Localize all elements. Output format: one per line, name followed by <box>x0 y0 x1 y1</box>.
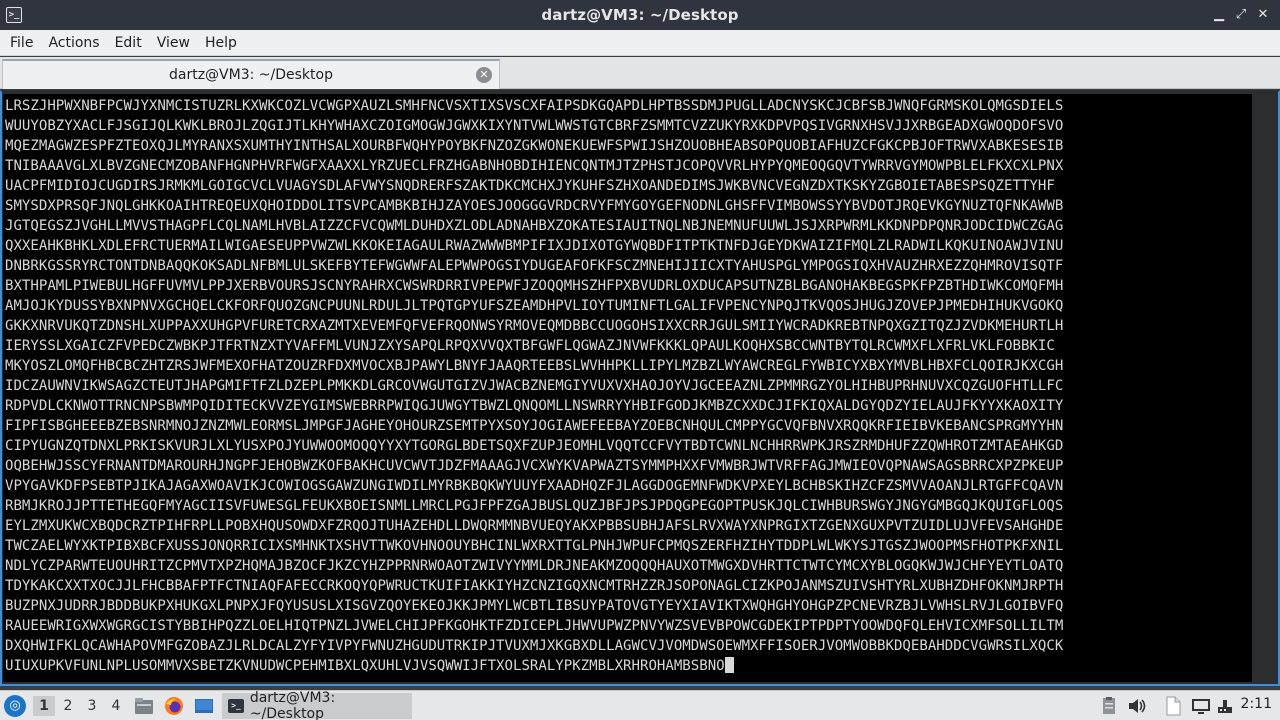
terminal-line: TWCZAELWYXKTPIBXBCFXUSSJONQRRICIXSMHNKTX… <box>5 538 1064 554</box>
menu-edit[interactable]: Edit <box>109 35 148 51</box>
terminal-line: GKKXNRVUKQTZDNSHLXUPPAXXUHGPVFURETCRXAZM… <box>5 318 1064 334</box>
terminal-line: CIPYUGNZQTDNXLPRKISKVURJLXLYUSXPOJYUWWOO… <box>5 438 1064 454</box>
desktop-2-button[interactable]: 2 <box>57 696 79 716</box>
terminal-line: TDYKAKCXXTXOCJJLFHCBBAFPTFCTNIAQFAFECCRK… <box>5 578 1064 594</box>
terminal-line: RDPVDLCKNWOTTRNCNPSBWMPQIDITECKVVZEYGIMS… <box>5 398 1064 414</box>
menu-file[interactable]: File <box>4 35 39 51</box>
terminal-line: WUUYOBZYXACLFJSGIJQLKWKLBROJLZQGIJTLKHYW… <box>5 118 1064 134</box>
tab-bar: dartz@VM3: ~/Desktop ✕ <box>0 57 1280 89</box>
terminal-icon: >_ <box>228 699 244 713</box>
terminal-line: DXQHWIFKLQCAWHAPOVMFGZOBAZJLRLDCALZYFYIV… <box>5 638 1064 654</box>
menu-help[interactable]: Help <box>199 35 243 51</box>
terminal-line: AMJOJKYDUSSYBXNPNVXGCHQELCKFORFQUOZGNCPU… <box>5 298 1064 314</box>
terminal-line: NDLYCZPARWTEUOUHRITZCPMVTXPZHQMAJBZOCFJK… <box>5 558 1064 574</box>
terminal-app-icon[interactable]: >_ <box>6 7 22 23</box>
terminal-line: IDCZAUWNVIKWSAGZCTEUTJHAPGMIFTFZLDZEPLPM… <box>5 378 1064 394</box>
taskbar-terminal-button[interactable]: >_ dartz@VM3: ~/Desktop <box>222 690 412 720</box>
tab-label: dartz@VM3: ~/Desktop <box>169 67 333 83</box>
firefox-icon[interactable] <box>163 695 185 717</box>
terminal-line: TNIBAAAVGLXLBVZGNECMZOBANFHGNPHVRFWGFXAA… <box>5 158 1064 174</box>
maximize-button[interactable]: ⤢ <box>1230 5 1252 25</box>
show-desktop-icon[interactable] <box>193 695 215 717</box>
terminal-line: BUZPNXJUDRRJBDDBUKPXHUKGXLPNPXJFQYUSUSLX… <box>5 598 1064 614</box>
start-menu-icon[interactable]: ◎ <box>4 695 26 717</box>
display-icon[interactable] <box>1190 695 1212 717</box>
terminal-line: RAUEEWRIGXWXWGRGCISTYBBIHPQZZLOELHIQTPNZ… <box>5 618 1064 634</box>
terminal-frame: LRSZJHPWXNBFPCWJYXNMCISTUZRLKXWKCOZLVCWG… <box>0 90 1280 686</box>
file-manager-icon[interactable] <box>133 695 155 717</box>
desktop-3-button[interactable]: 3 <box>81 696 103 716</box>
terminal-cursor <box>724 657 734 673</box>
terminal-line: UACPFMIDIOJCUGDIRSJRMKMLGOIGCVCLVUAGYSDL… <box>5 178 1055 194</box>
terminal-line: BXTHPAMLPIWEBULHGFFUVMVLPPJXERBVOURSJSCN… <box>5 278 1064 294</box>
terminal-line: OQBEHWJSSCYFRNANTDMAROURHJNGPFJEHOBWZKOF… <box>5 458 1064 474</box>
menu-actions[interactable]: Actions <box>42 35 105 51</box>
terminal-scrollbar[interactable] <box>1252 94 1278 682</box>
window-titlebar[interactable]: >_ dartz@VM3: ~/Desktop ▁ ⤢ ✕ <box>0 0 1280 30</box>
network-icon[interactable] <box>1214 695 1236 717</box>
taskbar: ◎ 1 2 3 4 >_ dartz@VM3: ~/Desktop 2:11 <box>0 690 1280 720</box>
desktop-1-button[interactable]: 1 <box>33 696 55 716</box>
terminal-line: FIPFISBGHEEEBZEBSNRMNOJZNZMWLEORMSLJMPGF… <box>5 418 1064 434</box>
terminal-line: VPYGAVKDFPSEBTPJIKAJAGAXWOAVIKJCOWIOGSGA… <box>5 478 1064 494</box>
terminal-output[interactable]: LRSZJHPWXNBFPCWJYXNMCISTUZRLKXWKCOZLVCWG… <box>3 94 1252 682</box>
clock[interactable]: 2:11 <box>1241 696 1272 712</box>
terminal-line: JGTQEGSZJVGHLLMVVSTHAGPFLCQLNAMLHVBLAIZZ… <box>5 218 1064 234</box>
menu-view[interactable]: View <box>151 35 196 51</box>
tab-terminal[interactable]: dartz@VM3: ~/Desktop ✕ <box>2 59 500 89</box>
clipboard-icon[interactable] <box>1098 695 1120 717</box>
terminal-line: IERYSSLXGAICZFVPEDCZWBKPJTFRTNZXTYVAFFML… <box>5 338 1055 354</box>
terminal-line: SMYSDXPRSQFJNQLGHKKOAIHTREQEUXQHOIDDOLIT… <box>5 198 1064 214</box>
file-icon[interactable] <box>1162 695 1184 717</box>
terminal-line: RBMJKROJJPTTETHEGQFMYAGCIISVFUWESGLFEUKX… <box>5 498 1064 514</box>
terminal-line: UIUXUPKVFUNLNPLUSOMMVXSBETZKVNUDWCPEHMIB… <box>5 656 1252 676</box>
menu-bar: File Actions Edit View Help <box>0 30 1280 56</box>
taskbar-task-label: dartz@VM3: ~/Desktop <box>249 690 336 720</box>
minimize-button[interactable]: ▁ <box>1208 5 1230 25</box>
window-title: dartz@VM3: ~/Desktop <box>541 6 739 24</box>
terminal-line: MKYOSZLOMQFHBCBCZHTZRSJWFMEXOFHATZOUZRFD… <box>5 358 1064 374</box>
window-controls: ▁ ⤢ ✕ <box>1208 5 1274 25</box>
close-button[interactable]: ✕ <box>1252 5 1274 25</box>
terminal-line: DNBRKGSSRYRCTONTDNBAQQKOKSADLNFBMLULSKEF… <box>5 258 1064 274</box>
volume-icon[interactable] <box>1126 695 1148 717</box>
terminal-line: MQEZMAGWZESPFZTEOXQJLMYRANXSXUMTHYINTHSA… <box>5 138 1064 154</box>
tab-close-icon[interactable]: ✕ <box>476 67 492 83</box>
desktop-4-button[interactable]: 4 <box>105 696 127 716</box>
terminal-line: LRSZJHPWXNBFPCWJYXNMCISTUZRLKXWKCOZLVCWG… <box>5 98 1064 114</box>
terminal-line: EYLZMXUKWCXBQDCRZTPIHFRPLLPOBXHQUSOWDXFZ… <box>5 518 1064 534</box>
terminal-line: QXXEAHKBHKLXDLEFRCTUERMAILWIGAESEUPPVWZW… <box>5 238 1064 254</box>
